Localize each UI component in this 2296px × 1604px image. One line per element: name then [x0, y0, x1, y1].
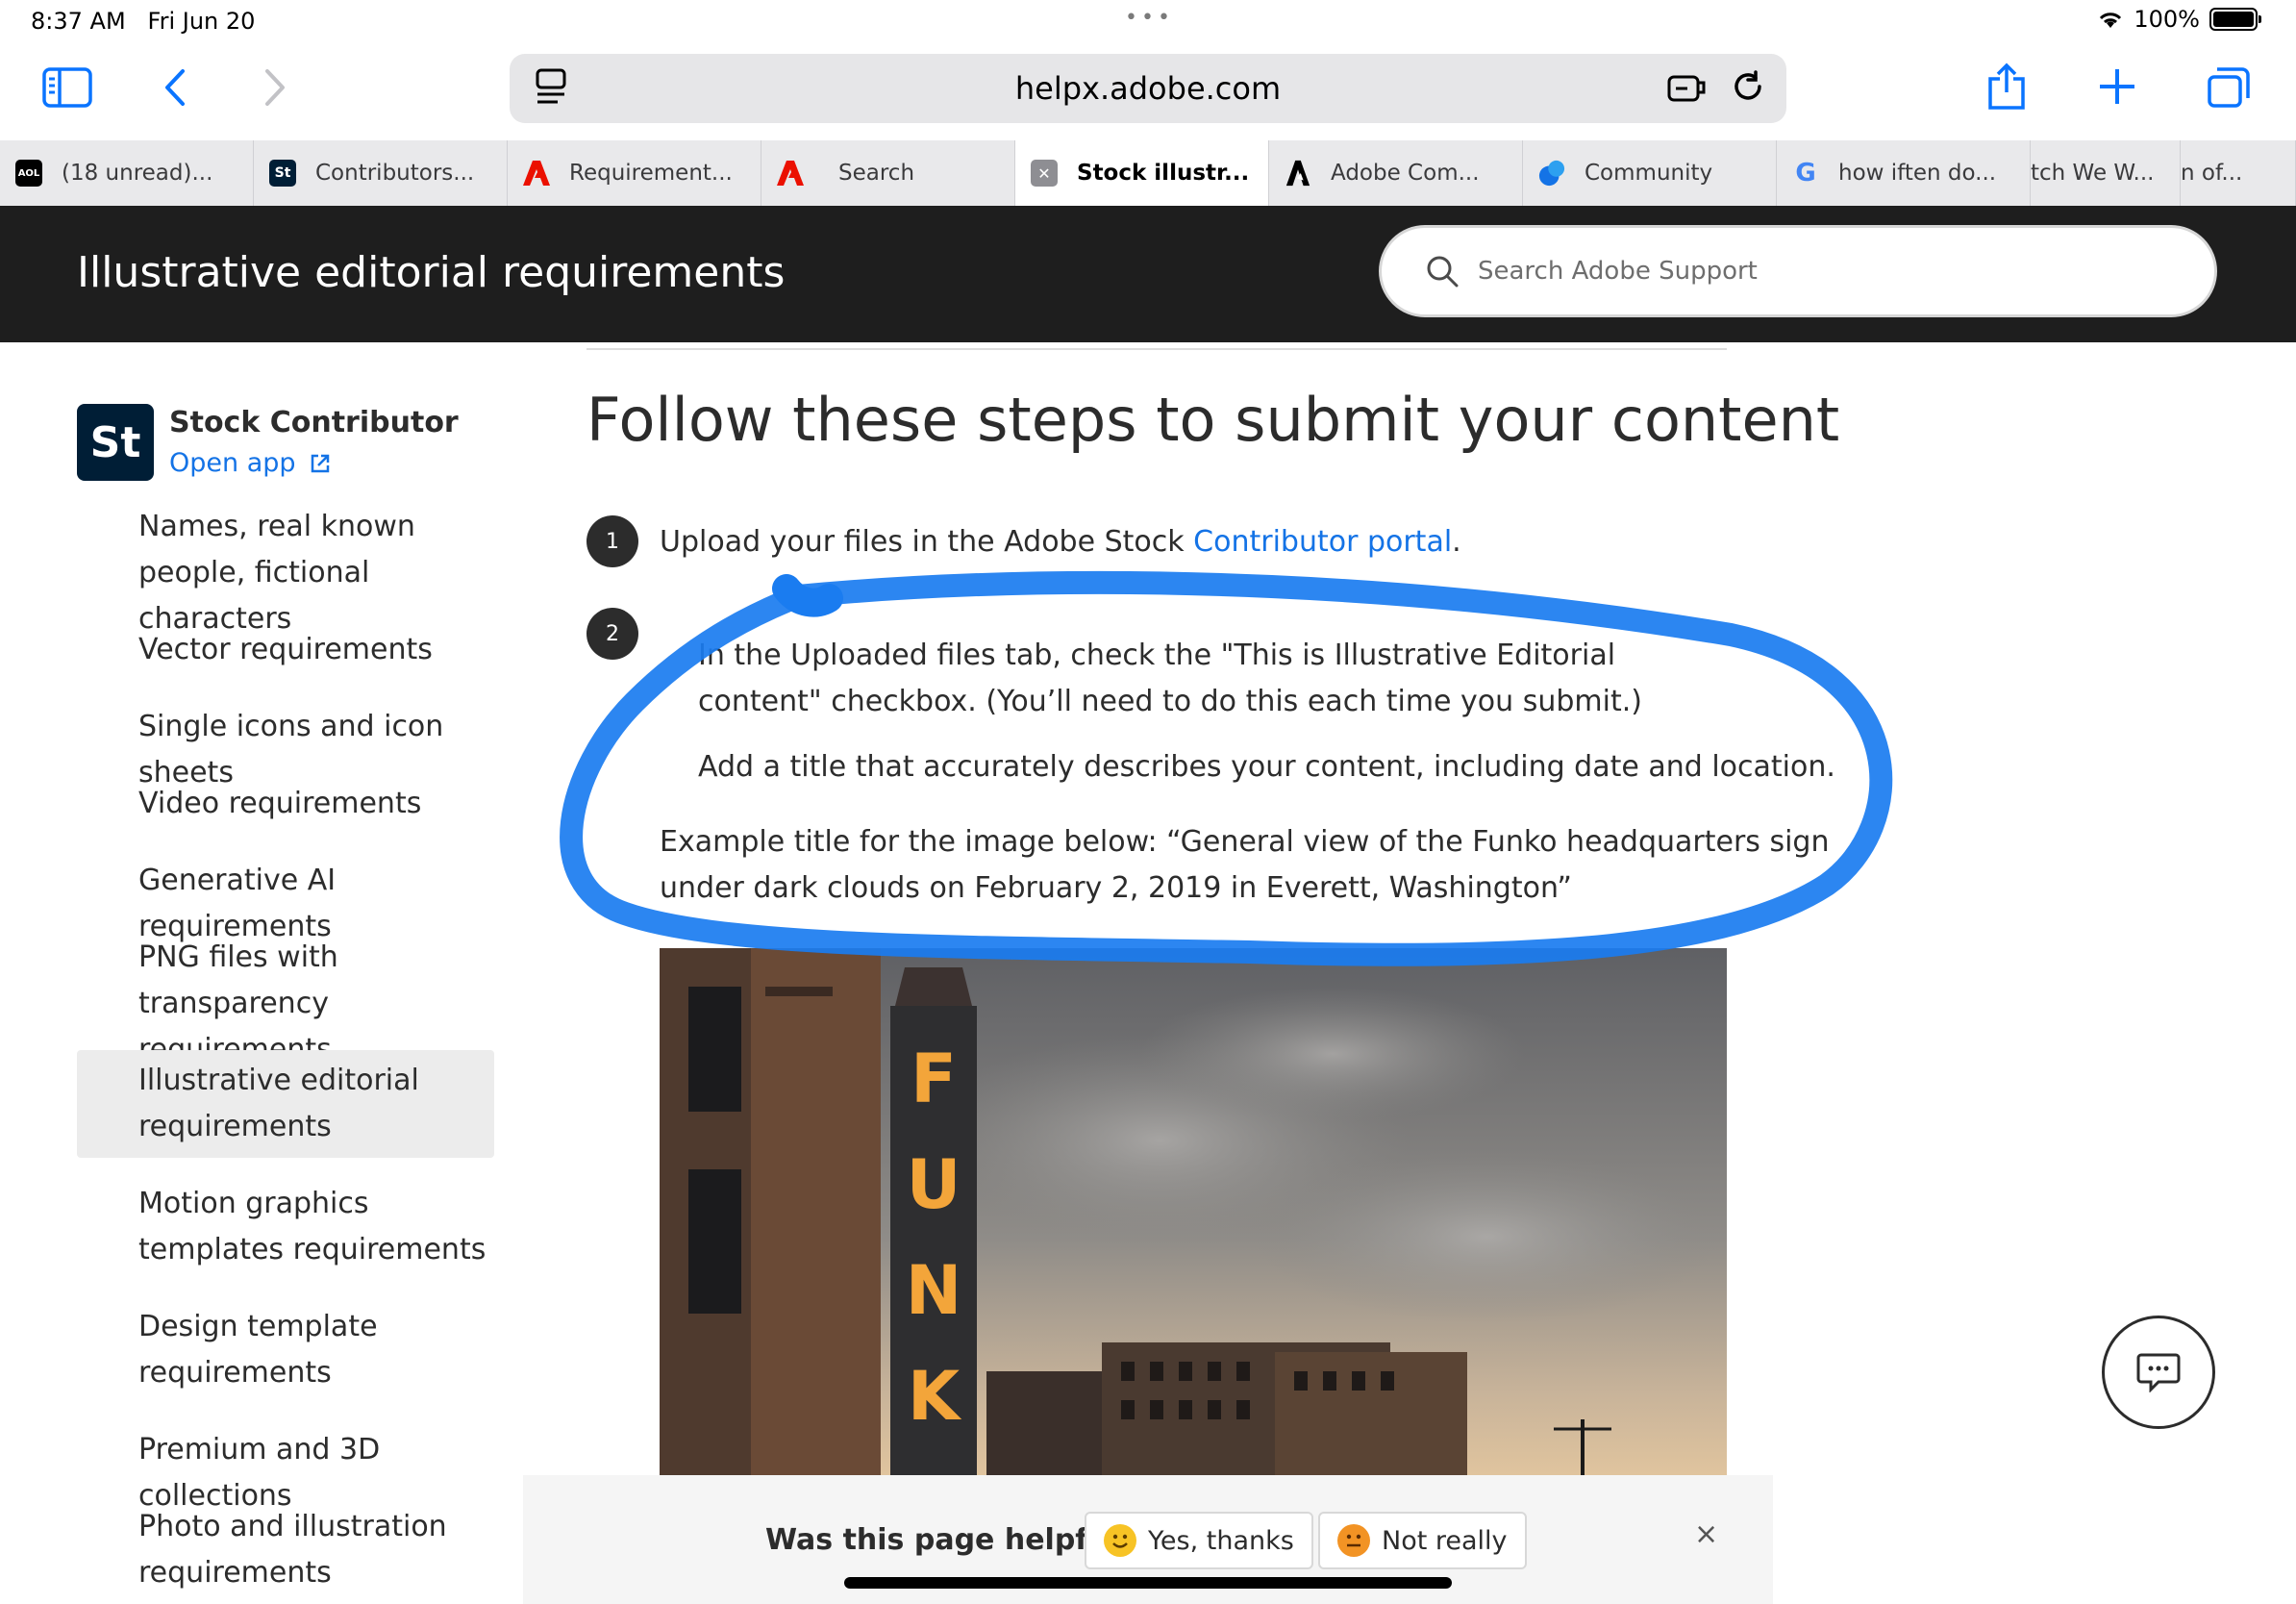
tab-adobe-community[interactable]: Adobe Com...	[1269, 140, 1523, 206]
sidebar-item-names-people[interactable]: Names, real known people, fictional char…	[77, 504, 494, 642]
step-1-number: 1	[586, 515, 638, 567]
content-divider	[586, 348, 1727, 350]
sidebar-item-vector[interactable]: Vector requirements	[77, 627, 494, 673]
smile-icon	[1104, 1524, 1136, 1557]
open-app-link[interactable]: Open app	[169, 448, 331, 478]
search-placeholder: Search Adobe Support	[1478, 257, 1758, 286]
address-bar[interactable]: helpx.adobe.com	[510, 54, 1786, 123]
step-2-line-1: In the Uploaded files tab, check the "Th…	[698, 639, 1616, 672]
tab-overview-icon[interactable]	[2206, 65, 2252, 110]
battery-icon	[2209, 8, 2261, 31]
neutral-face-icon	[1337, 1524, 1370, 1557]
step-2-line-2: content" checkbox. (You’ll need to do th…	[698, 685, 1642, 718]
close-feedback-icon[interactable]: ×	[1694, 1517, 1718, 1551]
tab-requirements[interactable]: Requirement...	[508, 140, 761, 206]
funko-headquarters-photo: F U N K	[660, 948, 1727, 1475]
google-icon: G	[1795, 159, 1816, 188]
step-2-line-3: Add a title that accurately describes yo…	[698, 750, 1835, 784]
tab-community[interactable]: Community	[1523, 140, 1777, 206]
battery-percent: 100%	[2134, 6, 2200, 33]
tab-google-search[interactable]: G how iften do...	[1777, 140, 2031, 206]
feedback-no-label: Not really	[1382, 1525, 1508, 1556]
sidebar-item-design-template[interactable]: Design template requirements	[77, 1304, 494, 1396]
aol-icon: AOL	[15, 160, 42, 187]
tab-label: Stock illustr...	[1077, 161, 1250, 186]
example-line-1: Example title for the image below: “Gene…	[660, 825, 1830, 859]
search-icon	[1427, 256, 1459, 288]
chat-bubble-icon	[2136, 1353, 2181, 1392]
extensions-icon[interactable]	[1666, 69, 1709, 110]
tab-label: Contributors...	[315, 161, 475, 186]
step-2-number: 2	[586, 608, 638, 660]
sign-letter-u: U	[907, 1145, 961, 1224]
sidebar-toggle-icon[interactable]	[42, 67, 92, 108]
chat-button[interactable]	[2102, 1316, 2215, 1429]
open-app-label: Open app	[169, 448, 296, 478]
sidebar-item-illustrative-editorial[interactable]: Illustrative editorial requirements	[77, 1050, 494, 1158]
sidebar-item-photo-illustration[interactable]: Photo and illustration requirements	[77, 1504, 494, 1596]
tab-label: n of...	[2181, 161, 2243, 186]
tab-partial-2[interactable]: n of...	[2181, 140, 2296, 206]
main-heading: Follow these steps to submit your conten…	[586, 385, 1840, 455]
page-header: Illustrative editorial requirements Sear…	[0, 206, 2296, 342]
forward-icon[interactable]	[262, 67, 288, 108]
feedback-yes-label: Yes, thanks	[1148, 1525, 1294, 1556]
tab-partial-1[interactable]: tch We W...	[2031, 140, 2181, 206]
sidebar-item-video[interactable]: Video requirements	[77, 781, 494, 827]
multitasking-dots-icon[interactable]: •••	[1125, 6, 1174, 30]
tab-label: how iften do...	[1838, 161, 1997, 186]
adobe-icon	[777, 160, 804, 187]
adobe-stock-icon: St	[269, 160, 296, 187]
url-text: helpx.adobe.com	[1014, 70, 1282, 107]
back-icon[interactable]	[162, 67, 188, 108]
stock-contributor-logo: St	[77, 404, 154, 481]
feedback-yes-button[interactable]: Yes, thanks	[1085, 1512, 1313, 1569]
header-title: Illustrative editorial requirements	[77, 248, 786, 297]
external-link-icon	[311, 454, 329, 472]
tab-label: Requirement...	[569, 161, 733, 186]
step-1-text: Upload your files in the Adobe Stock Con…	[660, 519, 1461, 565]
search-input[interactable]: Search Adobe Support	[1379, 225, 2217, 317]
status-indicators: 100%	[2097, 6, 2261, 33]
contributor-portal-link[interactable]: Contributor portal	[1193, 525, 1452, 559]
feedback-no-button[interactable]: Not really	[1318, 1512, 1527, 1569]
sidebar-item-motion-graphics[interactable]: Motion graphics templates requirements	[77, 1181, 494, 1273]
reload-icon[interactable]	[1731, 69, 1765, 108]
sign-letter-f: F	[911, 1040, 957, 1118]
tab-search[interactable]: Search	[761, 140, 1015, 206]
community-icon	[1538, 160, 1565, 187]
tab-label: Community	[1585, 161, 1713, 186]
adobe-icon	[523, 160, 550, 187]
tab-label: Search	[838, 161, 915, 186]
tab-label: tch We W...	[2031, 161, 2155, 186]
step-1-suffix: .	[1452, 525, 1461, 559]
share-icon[interactable]	[1986, 62, 2027, 112]
tab-contributors[interactable]: St Contributors...	[254, 140, 508, 206]
example-line-2: under dark clouds on February 2, 2019 in…	[660, 871, 1572, 905]
product-name: Stock Contributor	[169, 406, 459, 439]
tab-stock-illustrative[interactable]: ✕ Stock illustr...	[1015, 140, 1269, 206]
feedback-question: Was this page helpful?	[765, 1523, 1136, 1557]
tab-bar: AOL (18 unread)... St Contributors... Re…	[0, 140, 2296, 207]
adobe-community-icon	[1285, 160, 1311, 187]
tab-label: (18 unread)...	[62, 161, 213, 186]
close-tab-icon[interactable]: ✕	[1031, 160, 1058, 187]
new-tab-icon[interactable]	[2098, 67, 2136, 106]
page-menu-icon[interactable]	[535, 67, 567, 110]
status-time: 8:37 AM Fri Jun 20	[31, 8, 256, 35]
home-indicator[interactable]	[844, 1577, 1452, 1589]
sign-letter-n: N	[906, 1251, 962, 1330]
wifi-icon	[2100, 13, 2122, 28]
step-1-label: Upload your files in the Adobe Stock	[660, 525, 1194, 559]
tab-aol[interactable]: AOL (18 unread)...	[0, 140, 254, 206]
sign-letter-k: K	[908, 1357, 962, 1436]
tab-label: Adobe Com...	[1331, 161, 1480, 186]
